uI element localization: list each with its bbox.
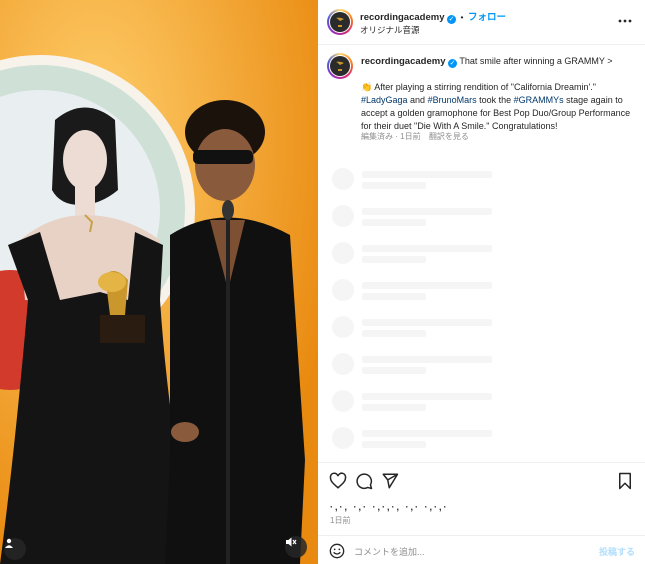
caption-text: 👏 After playing a stirring rendition of … <box>361 81 631 133</box>
comment-placeholder <box>332 242 632 266</box>
caption-text-part: took the <box>476 95 514 105</box>
clap-emoji: 👏 <box>361 82 373 92</box>
more-options-button[interactable] <box>617 14 633 28</box>
caption-avatar[interactable] <box>327 53 353 79</box>
caption-username[interactable]: recordingacademy <box>361 56 445 67</box>
hashtag-grammys[interactable]: #GRAMMYs <box>514 95 564 105</box>
header-separator: • <box>460 12 464 22</box>
action-bar: ·,·, ·,· ·,·,·, ·,· ·,·,· 1日前 コメントを追加...… <box>318 462 645 564</box>
comment-placeholder <box>332 279 632 303</box>
mute-button[interactable] <box>285 536 307 558</box>
see-translation-link[interactable]: 翻訳を見る <box>429 132 469 141</box>
meta-dot: · <box>395 132 398 141</box>
post-time: 1日前 <box>400 132 421 141</box>
verified-badge-icon: ✓ <box>447 15 456 24</box>
comment-placeholder <box>332 316 632 340</box>
comment-placeholder <box>332 390 632 414</box>
gramophone-logo-icon <box>336 61 344 71</box>
comment-placeholder <box>332 427 632 451</box>
post-date[interactable]: 1日前 <box>330 515 350 526</box>
heart-icon <box>329 472 347 489</box>
audio-label[interactable]: オリジナル音源 <box>360 24 420 36</box>
comment-bar: コメントを追加... 投稿する <box>318 535 645 564</box>
post-header: recordingacademy ✓ • フォロー オリジナル音源 <box>318 0 645 45</box>
hashtag-brunomars[interactable]: #BrunoMars <box>428 95 477 105</box>
post-photo <box>0 0 318 564</box>
tagged-people-button[interactable] <box>4 538 26 560</box>
post-media[interactable] <box>0 0 318 564</box>
comment-button[interactable] <box>355 472 373 490</box>
share-button[interactable] <box>381 472 399 490</box>
post-details-panel: recordingacademy ✓ • フォロー オリジナル音源 record… <box>318 0 645 564</box>
send-icon <box>382 473 399 489</box>
comment-placeholder <box>332 168 632 192</box>
verified-badge-icon: ✓ <box>448 59 457 68</box>
post-comment-button[interactable]: 投稿する <box>599 545 635 558</box>
gramophone-logo-icon <box>336 17 344 27</box>
caption-text-part: and <box>407 95 428 105</box>
comment-placeholder <box>332 205 632 229</box>
follow-button[interactable]: フォロー <box>468 12 506 23</box>
hashtag-ladygaga[interactable]: #LadyGaga <box>361 95 408 105</box>
emoji-icon <box>329 543 345 559</box>
like-button[interactable] <box>329 472 347 490</box>
comment-placeholder <box>332 353 632 377</box>
caption-meta: 編集済み · 1日前 翻訳を見る <box>361 131 469 142</box>
caption-text-part: After playing a stirring rendition of "C… <box>372 82 596 92</box>
header-username[interactable]: recordingacademy <box>360 12 444 23</box>
comment-icon <box>356 473 373 490</box>
likes-count[interactable]: ·,·, ·,· ·,·,·, ·,· ·,·,· <box>330 502 448 512</box>
more-icon <box>618 19 632 23</box>
person-icon <box>5 538 13 548</box>
comment-input[interactable]: コメントを追加... <box>354 545 574 558</box>
edited-label: 編集済み <box>361 132 393 141</box>
speaker-muted-icon <box>286 537 297 547</box>
bookmark-icon <box>619 472 631 490</box>
avatar[interactable] <box>327 9 353 35</box>
caption-title-link[interactable]: That smile after winning a GRAMMY > <box>459 56 612 66</box>
emoji-button[interactable] <box>329 543 345 559</box>
save-button[interactable] <box>616 472 634 490</box>
